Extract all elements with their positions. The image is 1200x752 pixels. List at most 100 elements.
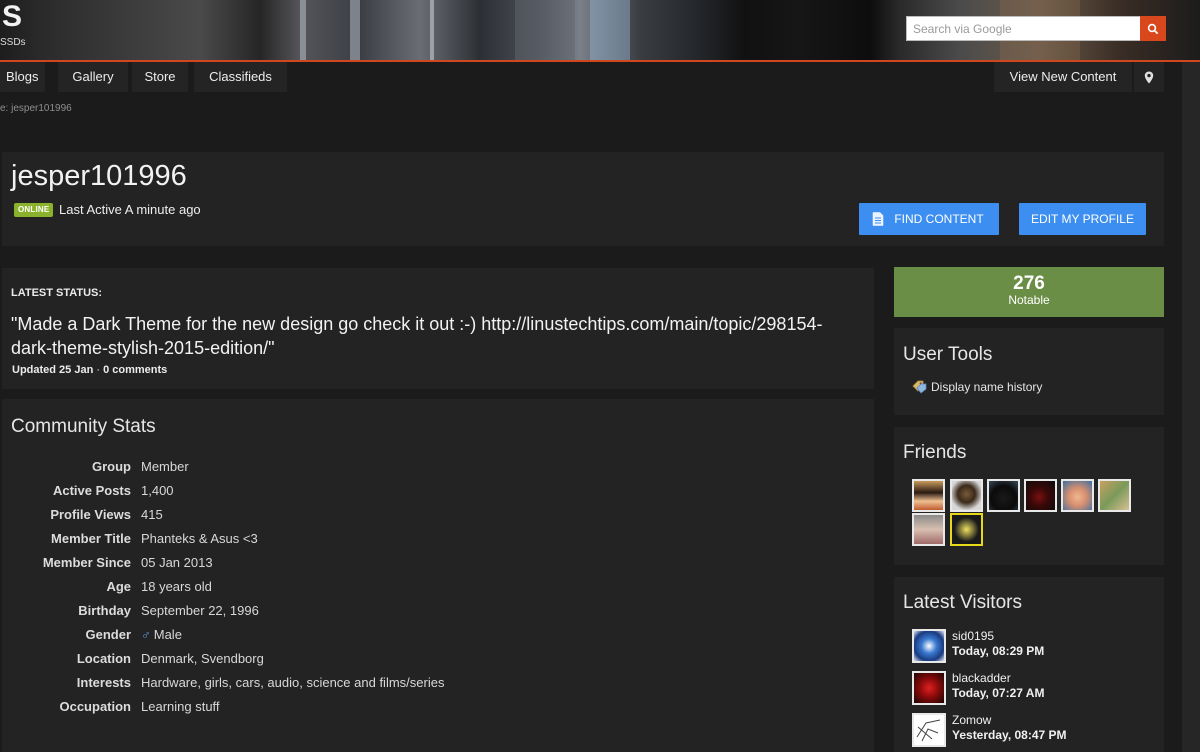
latest-status-panel: LATEST STATUS: "Made a Dark Theme for th…	[2, 268, 874, 389]
stat-label: Interests	[76, 675, 131, 690]
user-tools-panel: User Tools Display name history	[894, 328, 1164, 415]
status-meta-separator: ·	[93, 364, 104, 376]
visitor-avatar[interactable]	[912, 671, 946, 705]
stat-row-interests: Interests Hardware, girls, cars, audio, …	[2, 675, 862, 695]
last-active-text: Last Active A minute ago	[59, 202, 201, 217]
search-input[interactable]	[906, 16, 1140, 41]
visitor-avatar[interactable]	[912, 713, 946, 747]
profile-header: jesper101996 ONLINE Last Active A minute…	[2, 152, 1164, 246]
friends-panel: Friends	[894, 427, 1164, 565]
latest-visitors-title: Latest Visitors	[903, 592, 1022, 613]
find-content-label: FIND CONTENT	[894, 212, 984, 226]
stat-row-birthday: Birthday September 22, 1996	[2, 603, 862, 623]
visitor-item[interactable]: Zomow Yesterday, 08:47 PM	[912, 713, 1152, 749]
stat-row-active-posts: Active Posts 1,400	[2, 483, 862, 503]
stat-label: Birthday	[78, 603, 131, 618]
stat-row-occupation: Occupation Learning stuff	[2, 699, 862, 719]
profile-username: jesper101996	[11, 160, 187, 192]
male-icon: ♂	[141, 627, 151, 642]
friend-avatar[interactable]	[1098, 479, 1131, 512]
friend-avatar[interactable]	[950, 513, 983, 546]
stat-value: ♂ Male	[141, 627, 182, 642]
stat-value: Learning stuff	[141, 699, 220, 714]
find-content-button[interactable]: FIND CONTENT	[859, 203, 999, 235]
stat-value: 05 Jan 2013	[141, 555, 213, 570]
visitor-name[interactable]: blackadder	[952, 671, 1011, 685]
nav-classifieds[interactable]: Classifieds	[194, 62, 287, 92]
view-new-content-link[interactable]: View New Content	[994, 62, 1132, 92]
stat-label: Occupation	[59, 699, 131, 714]
community-stats-title: Community Stats	[11, 416, 156, 437]
stat-row-location: Location Denmark, Svendborg	[2, 651, 862, 671]
visitor-name[interactable]: sid0195	[952, 629, 994, 643]
visitor-item[interactable]: blackadder Today, 07:27 AM	[912, 671, 1152, 707]
display-name-history-label: Display name history	[931, 380, 1043, 394]
search-button[interactable]	[1140, 16, 1166, 41]
user-tools-title: User Tools	[903, 344, 993, 365]
gender-value: Male	[153, 627, 182, 642]
stat-row-group: Group Member	[2, 459, 862, 479]
friend-avatar[interactable]	[912, 479, 945, 512]
stat-row-profile-views: Profile Views 415	[2, 507, 862, 527]
online-badge: ONLINE	[14, 203, 54, 217]
stat-row-member-title: Member Title Phanteks & Asus <3	[2, 531, 862, 551]
stat-row-member-since: Member Since 05 Jan 2013	[2, 555, 862, 575]
community-stats-panel: Community Stats Group Member Active Post…	[2, 399, 874, 752]
site-logo-subtext: SSDs	[0, 37, 26, 48]
visitor-item[interactable]: sid0195 Today, 08:29 PM	[912, 629, 1152, 665]
site-logo[interactable]: S	[2, 2, 22, 32]
stat-value: September 22, 1996	[141, 603, 259, 618]
friend-avatar[interactable]	[987, 479, 1020, 512]
stat-row-age: Age 18 years old	[2, 579, 862, 599]
status-text: "Made a Dark Theme for the new design go…	[11, 314, 823, 358]
status-meta: Updated 25 Jan · 0 comments	[12, 364, 167, 376]
nav-blogs[interactable]: Blogs	[0, 62, 45, 92]
stat-label: Gender	[85, 627, 131, 642]
stat-value: Member	[141, 459, 189, 474]
status-comments-link[interactable]: 0 comments	[103, 364, 167, 376]
friend-avatar[interactable]	[912, 513, 945, 546]
latest-visitors-panel: Latest Visitors sid0195 Today, 08:29 PM …	[894, 577, 1164, 752]
map-pin-icon	[1144, 71, 1154, 83]
stat-value: Hardware, girls, cars, audio, science an…	[141, 675, 445, 690]
stat-label: Active Posts	[52, 483, 131, 498]
stat-value: 415	[141, 507, 163, 522]
stat-row-gender: Gender ♂ Male	[2, 627, 862, 647]
document-icon	[872, 212, 884, 226]
page-side-strip	[1182, 62, 1200, 752]
stat-value: Phanteks & Asus <3	[141, 531, 258, 546]
visitor-time: Yesterday, 08:47 PM	[952, 728, 1067, 742]
reputation-box[interactable]: 276 Notable	[894, 267, 1164, 317]
friend-avatar[interactable]	[1024, 479, 1057, 512]
edit-profile-button[interactable]: EDIT MY PROFILE	[1019, 203, 1146, 235]
visitor-avatar[interactable]	[912, 629, 946, 663]
nav-gallery[interactable]: Gallery	[58, 62, 128, 92]
friend-avatar[interactable]	[950, 479, 983, 512]
stat-label: Location	[76, 651, 131, 666]
reputation-label: Notable	[1008, 293, 1050, 307]
stat-value: 1,400	[141, 483, 174, 498]
status-updated[interactable]: Updated 25 Jan	[12, 364, 93, 376]
breadcrumb[interactable]: e: jesper101996	[0, 103, 72, 114]
visitor-time: Today, 08:29 PM	[952, 644, 1045, 658]
search-icon	[1147, 23, 1159, 34]
main-nav: Blogs Gallery Store Classifieds View New…	[0, 62, 1200, 94]
latest-status-label: LATEST STATUS:	[11, 287, 103, 299]
stat-value: Denmark, Svendborg	[141, 651, 264, 666]
stat-label: Group	[92, 459, 131, 474]
stat-label: Member Since	[42, 555, 131, 570]
nav-store[interactable]: Store	[132, 62, 188, 92]
tag-icon	[912, 380, 928, 394]
display-name-history-link[interactable]: Display name history	[912, 380, 1042, 394]
stat-value: 18 years old	[141, 579, 212, 594]
friends-title: Friends	[903, 442, 967, 463]
stat-label: Member Title	[51, 531, 131, 546]
sketch-icon	[916, 719, 941, 742]
visitor-name[interactable]: Zomow	[952, 713, 991, 727]
stat-label: Age	[106, 579, 131, 594]
visitor-time: Today, 07:27 AM	[952, 686, 1045, 700]
stat-label: Profile Views	[50, 507, 131, 522]
friend-avatar[interactable]	[1061, 479, 1094, 512]
reputation-value: 276	[1013, 273, 1045, 294]
location-pin-button[interactable]	[1134, 62, 1164, 92]
